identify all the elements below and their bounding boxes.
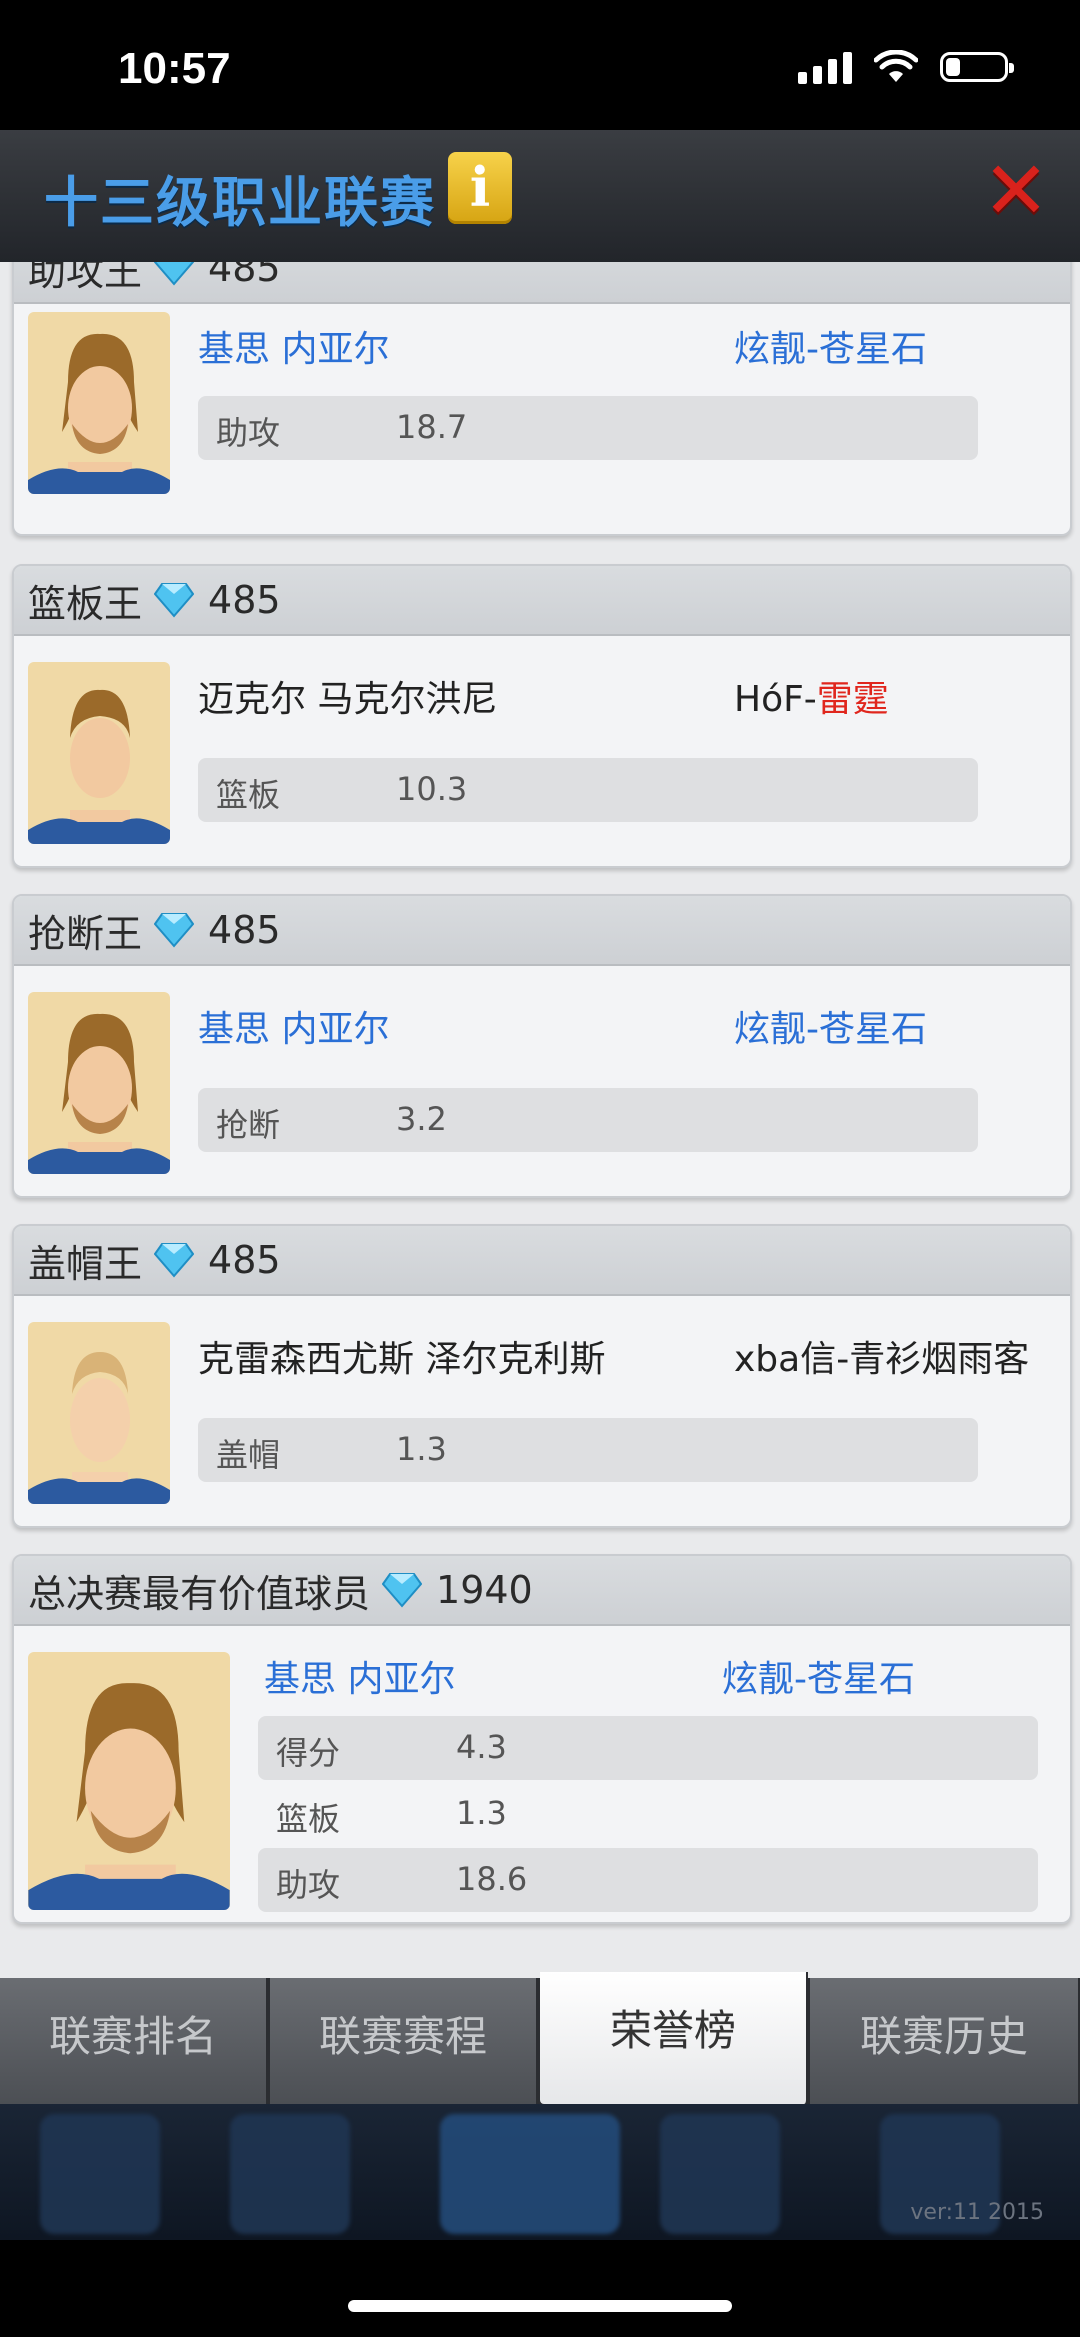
home-indicator[interactable]: [348, 2300, 732, 2312]
nav-button-blurred: [440, 2114, 620, 2234]
wifi-icon: [874, 50, 918, 82]
player-name[interactable]: 基思 内亚尔: [198, 320, 389, 372]
stat-value: 18.7: [396, 408, 468, 446]
player-name[interactable]: 迈克尔 马克尔洪尼: [198, 670, 497, 722]
award-card-header: 盖帽王 485: [14, 1226, 1070, 1296]
stat-label: 抢断: [216, 1106, 281, 1144]
player-name[interactable]: 基思 内亚尔: [198, 1000, 389, 1052]
stat-label: 得分: [276, 1734, 341, 1772]
stat-label: 盖帽: [216, 1436, 281, 1474]
award-title: 总决赛最有价值球员: [28, 1571, 371, 1616]
info-button[interactable]: i: [448, 152, 512, 224]
award-card-blocks: 盖帽王 485 克雷森西尤斯 泽尔克利斯 xba信-青衫烟雨客 盖帽 1.3: [12, 1224, 1072, 1528]
award-card-header: 抢断王 485: [14, 896, 1070, 966]
award-title: 篮板王: [28, 581, 143, 626]
award-reward: 1940: [436, 1568, 533, 1612]
team-suffix: 雷霆: [816, 679, 889, 720]
player-avatar: [28, 1652, 230, 1910]
award-reward: 485: [208, 578, 281, 622]
team-name[interactable]: xba信-青衫烟雨客: [734, 1330, 1029, 1382]
tab-bar: 联赛排名 联赛赛程 荣誉榜 联赛历史: [0, 1972, 1080, 2104]
team-name[interactable]: 炫靓-苍星石: [734, 320, 927, 372]
stat-label: 助攻: [276, 1866, 341, 1904]
stat-label: 助攻: [216, 414, 281, 452]
player-avatar: [28, 1322, 170, 1504]
tab-league-history[interactable]: 联赛历史: [810, 1978, 1080, 2104]
stat-row: 得分 4.3: [258, 1716, 1038, 1780]
diamond-icon: [154, 912, 195, 948]
award-title: 盖帽王: [28, 1241, 143, 1286]
award-card-header: 助攻王 485: [14, 262, 1070, 304]
award-card-assists: 助攻王 485 基思 内亚尔 炫靓-苍星石 助攻 18.7: [12, 262, 1072, 536]
award-card-steals: 抢断王 485 基思 内亚尔 炫靓-苍星石 抢断 3.2: [12, 894, 1072, 1198]
stat-row: 篮板 1.3: [258, 1782, 1038, 1846]
award-reward: 485: [208, 262, 281, 290]
tab-league-schedule[interactable]: 联赛赛程: [270, 1978, 538, 2104]
award-reward: 485: [208, 908, 281, 952]
stat-row: 篮板 10.3: [198, 758, 978, 822]
player-avatar: [28, 992, 170, 1174]
status-bar: 10:57: [0, 0, 1080, 130]
page-title: 十三级职业联赛: [44, 171, 436, 234]
nav-button-blurred: [230, 2114, 350, 2234]
award-card-header: 总决赛最有价值球员 1940: [14, 1556, 1070, 1626]
award-title: 抢断王: [28, 911, 143, 956]
background-bottom-nav: ver:11 2015: [0, 2104, 1080, 2240]
award-card-finals-mvp: 总决赛最有价值球员 1940 基思 内亚尔 炫靓-苍星石 得分 4.3 篮板 1…: [12, 1554, 1072, 1924]
close-button[interactable]: ✕: [980, 151, 1052, 231]
stat-row: 助攻 18.6: [258, 1848, 1038, 1912]
stat-value: 3.2: [396, 1100, 447, 1138]
player-name[interactable]: 基思 内亚尔: [264, 1650, 455, 1702]
team-name[interactable]: HóF-雷霆: [734, 670, 889, 722]
stat-value: 1.3: [456, 1794, 507, 1832]
stat-value: 4.3: [456, 1728, 507, 1766]
nav-button-blurred: [660, 2114, 780, 2234]
diamond-icon: [382, 1572, 423, 1608]
stat-label: 篮板: [216, 776, 281, 814]
player-avatar: [28, 312, 170, 494]
home-indicator-area: [0, 2240, 1080, 2337]
award-title: 助攻王: [28, 262, 143, 294]
stat-label: 篮板: [276, 1800, 341, 1838]
award-card-rebounds: 篮板王 485 迈克尔 马克尔洪尼 HóF-雷霆 篮板 10.3: [12, 564, 1072, 868]
player-name[interactable]: 克雷森西尤斯 泽尔克利斯: [198, 1330, 605, 1382]
status-time: 10:57: [118, 44, 231, 93]
diamond-icon: [154, 1242, 195, 1278]
battery-icon: [940, 52, 1014, 82]
honor-list[interactable]: 助攻王 485 基思 内亚尔 炫靓-苍星石 助攻 18.7 篮板王 485 迈克…: [0, 262, 1080, 1978]
status-icons: [798, 50, 1014, 84]
tab-honor-roll[interactable]: 荣誉榜: [540, 1972, 808, 2104]
stat-row: 盖帽 1.3: [198, 1418, 978, 1482]
stat-value: 1.3: [396, 1430, 447, 1468]
stat-value: 10.3: [396, 770, 468, 808]
diamond-icon: [154, 262, 195, 286]
stat-value: 18.6: [456, 1860, 528, 1898]
player-avatar: [28, 662, 170, 844]
signal-icon: [798, 50, 852, 84]
dialog-header: 十三级职业联赛 i ✕: [0, 130, 1080, 266]
diamond-icon: [154, 582, 195, 618]
award-card-header: 篮板王 485: [14, 566, 1070, 636]
stat-row: 抢断 3.2: [198, 1088, 978, 1152]
tab-league-ranking[interactable]: 联赛排名: [0, 1978, 268, 2104]
stat-row: 助攻 18.7: [198, 396, 978, 460]
award-reward: 485: [208, 1238, 281, 1282]
team-prefix: HóF-: [734, 679, 817, 720]
version-label: ver:11 2015: [910, 2200, 1044, 2225]
nav-button-blurred: [40, 2114, 160, 2234]
team-name[interactable]: 炫靓-苍星石: [722, 1650, 915, 1702]
team-name[interactable]: 炫靓-苍星石: [734, 1000, 927, 1052]
